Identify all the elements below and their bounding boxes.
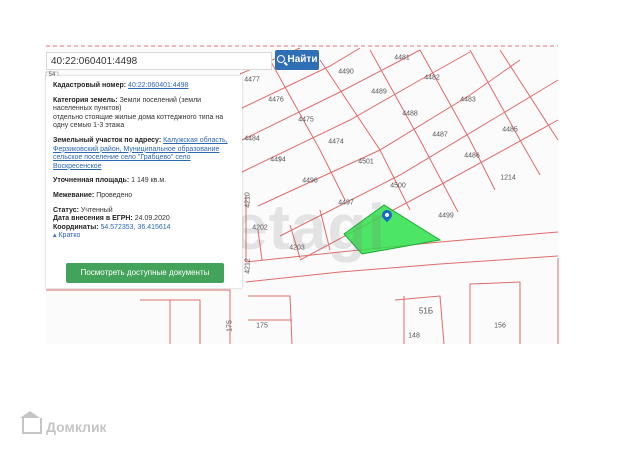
domclick-logo: Домклик — [20, 411, 107, 435]
registry-date-label: Дата внесения в ЕГРН: — [53, 215, 133, 223]
survey-value: Проведено — [96, 191, 133, 199]
house-icon — [20, 411, 42, 434]
area-value: 1 149 кв.м. — [131, 177, 167, 185]
plot-label: 4482 — [424, 74, 440, 82]
plot-label: 1214 — [500, 174, 516, 182]
plot-label: 4484 — [244, 135, 260, 143]
close-icon[interactable]: ‹ — [278, 154, 281, 163]
find-button-label: Найти — [287, 54, 318, 65]
cadastral-number-label: Кадастровый номер: — [53, 82, 127, 89]
plot-label: 4476 — [268, 96, 284, 104]
plot-label: 4474 — [328, 138, 344, 146]
permitted-use-value: отдельно стоящие жилые дома коттеджного … — [53, 113, 224, 130]
plot-label: 4490 — [338, 68, 354, 76]
plot-label: 156 — [494, 322, 506, 330]
area-label: Уточненная площадь: — [53, 177, 130, 185]
coordinates-label: Координаты: — [53, 223, 99, 231]
plot-label: 4485 — [502, 126, 518, 134]
plot-label: 4499 — [438, 212, 454, 220]
plot-label: 4496 — [302, 177, 318, 185]
plot-label: 4501 — [358, 158, 374, 166]
logo-text: Домклик — [46, 419, 107, 435]
parcel-info-card: ‹ Кадастровый номер: 40:22:060401:4498 К… — [46, 76, 281, 288]
land-category-label: Категория земель: — [53, 96, 118, 104]
address-label: Земельный участок по адресу: — [53, 136, 162, 144]
plot-label: 175 — [226, 320, 234, 332]
status-label: Статус: — [53, 206, 79, 214]
plot-label: 175 — [256, 322, 268, 330]
plot-label: 4483 — [460, 96, 476, 104]
search-icon — [276, 55, 285, 63]
plot-label: 4475 — [298, 116, 314, 124]
plot-label: 4481 — [394, 54, 410, 62]
registry-date-value: 24.09.2020 — [134, 215, 170, 223]
survey-label: Межевание: — [53, 191, 95, 199]
plot-label: 4486 — [464, 152, 480, 160]
plot-label: 51Б — [418, 306, 434, 316]
plot-label: 4500 — [390, 182, 406, 190]
view-documents-button[interactable]: Посмотреть доступные документы — [66, 263, 224, 283]
coordinates-value[interactable]: 54.572353, 36.415614 — [100, 224, 170, 231]
find-button[interactable]: Найти — [275, 50, 319, 70]
status-value: Учтенный — [80, 206, 113, 214]
collapse-link-label: Кратко — [58, 232, 81, 240]
watermark: etagi — [232, 191, 387, 263]
plot-label: 4487 — [432, 131, 448, 139]
cadastral-search-input[interactable]: 40:22:060401:4498 — [46, 52, 272, 70]
plot-label: 4477 — [244, 76, 260, 84]
plot-label: 4489 — [371, 88, 387, 96]
plot-label: 148 — [408, 332, 420, 340]
cadastral-number-link[interactable]: 40:22:060401:4498 — [128, 82, 188, 89]
plot-label: 4488 — [402, 110, 418, 118]
collapse-link[interactable]: ▴ Кратко — [53, 232, 80, 239]
